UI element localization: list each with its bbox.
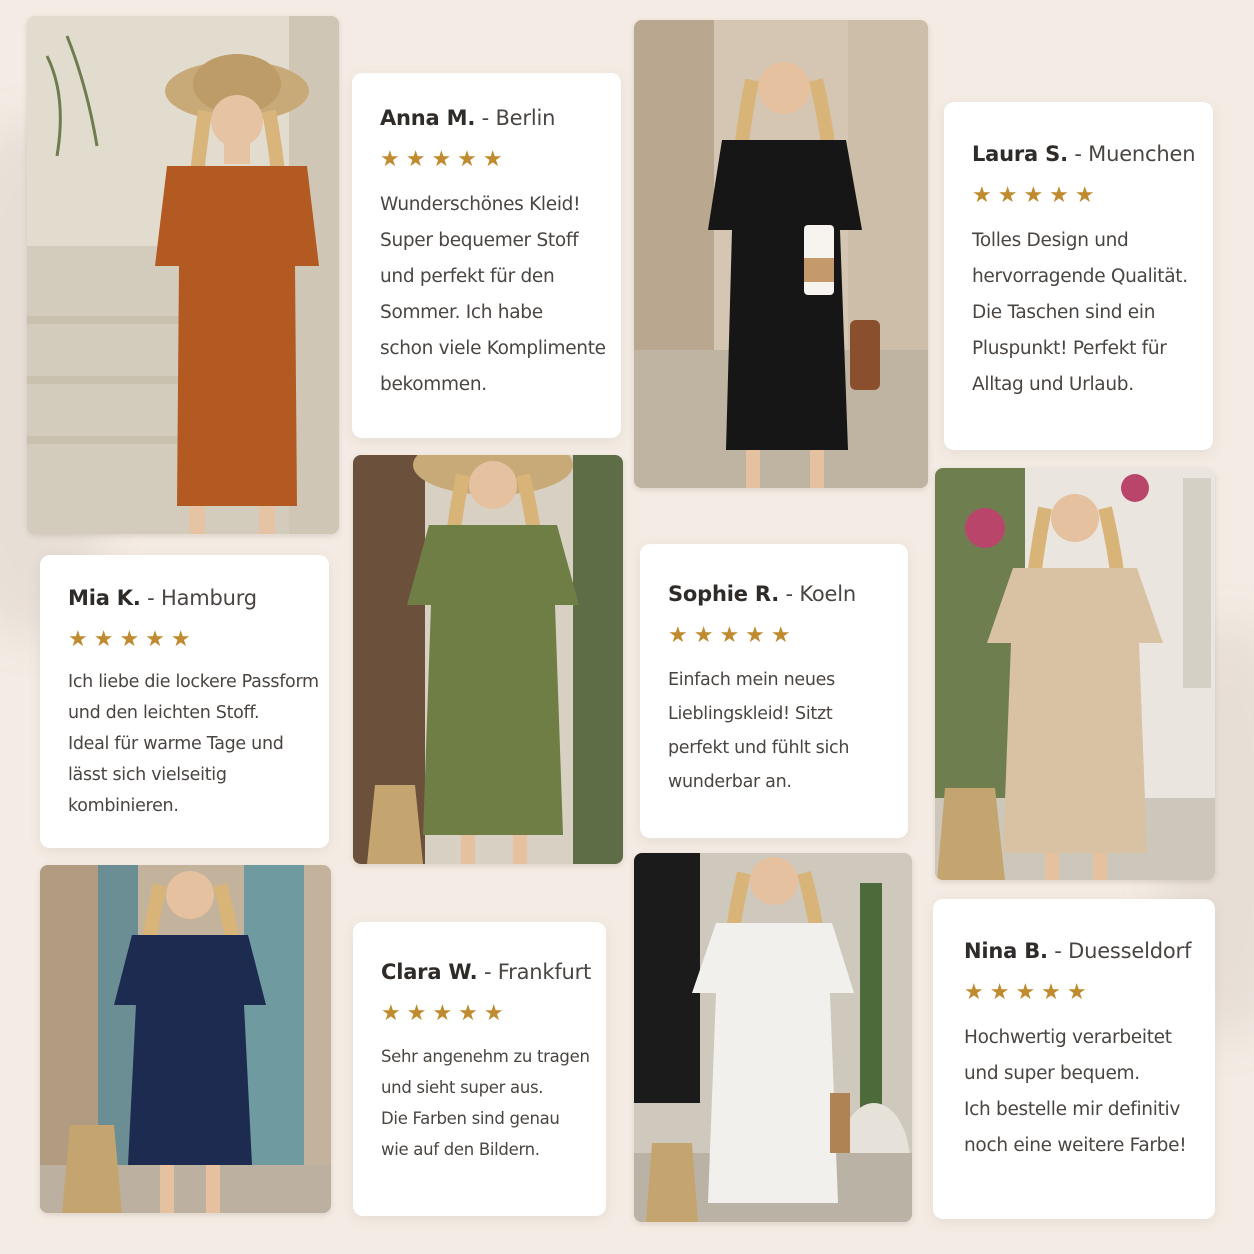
reviewer-name: Anna M. [380, 106, 476, 130]
reviewer-name: Nina B. [964, 939, 1048, 963]
review-line: Alltag und Urlaub. [972, 374, 1134, 396]
review-card-laura: Laura S. - Muenchen ★★★★★ Tolles Design … [944, 102, 1213, 450]
review-header: Mia K. - Hamburg [68, 586, 329, 611]
review-card-anna: Anna M. - Berlin ★★★★★ Wunderschönes Kle… [352, 73, 621, 438]
photo-beige-dress [935, 468, 1215, 880]
star-rating: ★★★★★ [972, 183, 1101, 209]
review-line: Lieblingskleid! Sitzt [668, 704, 833, 725]
review-line: und den leichten Stoff. [68, 703, 260, 724]
star-rating: ★★★★★ [668, 623, 797, 649]
star-rating: ★★★★★ [381, 1001, 510, 1027]
review-card-clara: Clara W. - Frankfurt ★★★★★ Sehr angenehm… [353, 922, 606, 1216]
review-line: und perfekt für den [380, 266, 555, 288]
review-line: bekommen. [380, 374, 487, 396]
reviewer-city: - Hamburg [147, 586, 257, 610]
review-line: und sieht super aus. [381, 1078, 544, 1098]
review-text: Hochwertig verarbeitet und super bequem.… [964, 1020, 1215, 1164]
reviewer-name: Clara W. [381, 960, 478, 984]
reviewer-city: - Muenchen [1074, 142, 1196, 166]
review-line: kombinieren. [68, 796, 179, 817]
review-line: wunderbar an. [668, 772, 792, 793]
review-header: Clara W. - Frankfurt [381, 960, 606, 985]
review-text: Ich liebe die lockere Passform und den l… [68, 667, 329, 822]
photo-navy-dress [40, 865, 331, 1213]
review-line: hervorragende Qualität. [972, 266, 1188, 288]
reviewer-name: Laura S. [972, 142, 1068, 166]
star-rating: ★★★★★ [964, 980, 1093, 1006]
review-line: Ich bestelle mir definitiv [964, 1099, 1181, 1121]
review-line: Hochwertig verarbeitet [964, 1027, 1172, 1049]
review-line: Die Farben sind genau [381, 1109, 560, 1129]
review-card-mia: Mia K. - Hamburg ★★★★★ Ich liebe die loc… [40, 555, 329, 848]
review-line: Einfach mein neues [668, 670, 835, 691]
review-text: Einfach mein neues Lieblingskleid! Sitzt… [668, 663, 908, 799]
reviewer-name: Sophie R. [668, 582, 780, 606]
review-line: und super bequem. [964, 1063, 1140, 1085]
reviewer-city: - Duesseldorf [1054, 939, 1192, 963]
review-card-nina: Nina B. - Duesseldorf ★★★★★ Hochwertig v… [933, 899, 1215, 1219]
review-text: Tolles Design und hervorragende Qualität… [972, 223, 1213, 403]
photo-terracotta-dress [27, 16, 339, 534]
review-header: Laura S. - Muenchen [972, 142, 1213, 167]
review-line: Super bequemer Stoff [380, 230, 579, 252]
review-line: Pluspunkt! Perfekt für [972, 338, 1167, 360]
review-header: Anna M. - Berlin [380, 106, 621, 131]
review-line: Sehr angenehm zu tragen [381, 1047, 590, 1067]
review-card-sophie: Sophie R. - Koeln ★★★★★ Einfach mein neu… [640, 544, 908, 838]
review-text: Sehr angenehm zu tragen und sieht super … [381, 1041, 606, 1165]
star-rating: ★★★★★ [380, 147, 509, 173]
reviewer-city: - Berlin [481, 106, 556, 130]
review-line: Die Taschen sind ein [972, 302, 1156, 324]
review-line: Ideal für warme Tage und [68, 734, 284, 755]
review-line: Ich liebe die lockere Passform [68, 672, 319, 693]
star-rating: ★★★★★ [68, 627, 197, 653]
reviewer-city: - Koeln [785, 582, 857, 606]
review-text: Wunderschönes Kleid! Super bequemer Stof… [380, 187, 621, 403]
review-line: lässt sich vielseitig [68, 765, 227, 786]
review-header: Nina B. - Duesseldorf [964, 939, 1215, 964]
review-line: Sommer. Ich habe [380, 302, 543, 324]
review-line: wie auf den Bildern. [381, 1140, 540, 1160]
review-line: Wunderschönes Kleid! [380, 194, 581, 216]
review-line: schon viele Komplimente [380, 338, 606, 360]
reviewer-city: - Frankfurt [483, 960, 592, 984]
photo-black-dress [634, 20, 928, 488]
review-line: noch eine weitere Farbe! [964, 1135, 1187, 1157]
photo-olive-dress [353, 455, 623, 864]
photo-white-dress [634, 853, 912, 1222]
reviewer-name: Mia K. [68, 586, 141, 610]
review-line: perfekt und fühlt sich [668, 738, 850, 759]
review-header: Sophie R. - Koeln [668, 582, 908, 607]
review-line: Tolles Design und [972, 230, 1129, 252]
